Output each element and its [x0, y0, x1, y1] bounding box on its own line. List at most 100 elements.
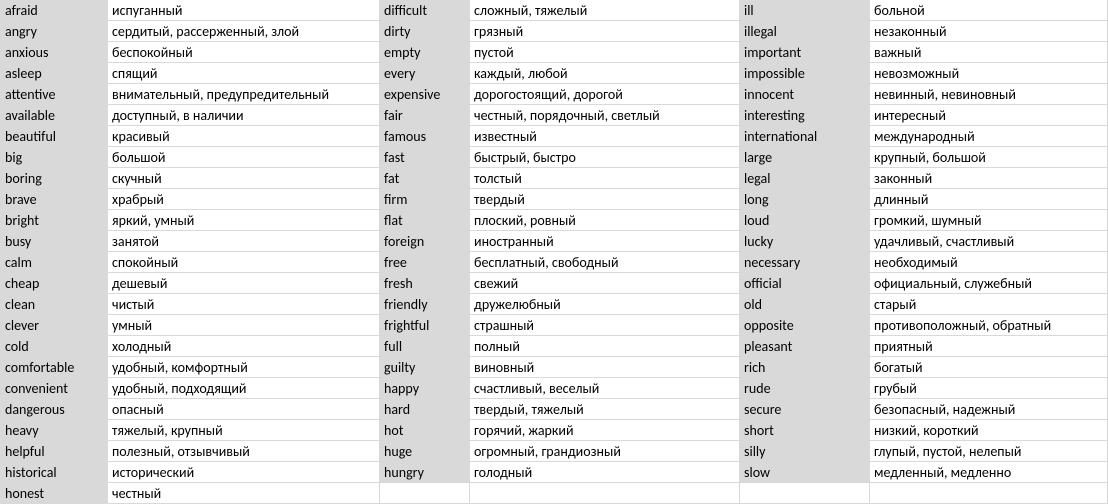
english-cell: secure — [740, 399, 870, 420]
english-cell: rich — [740, 357, 870, 378]
russian-cell: спящий — [108, 63, 380, 84]
english-cell: frightful — [380, 315, 470, 336]
english-cell: big — [0, 147, 108, 168]
english-cell: cold — [0, 336, 108, 357]
russian-cell: горячий, жаркий — [470, 420, 740, 441]
english-cell: rude — [740, 378, 870, 399]
russian-cell: умный — [108, 315, 380, 336]
english-cell: opposite — [740, 315, 870, 336]
english-cell: free — [380, 252, 470, 273]
english-cell: anxious — [0, 42, 108, 63]
russian-cell: интересный — [870, 105, 1108, 126]
english-cell: famous — [380, 126, 470, 147]
russian-cell: низкий, короткий — [870, 420, 1108, 441]
english-cell: hot — [380, 420, 470, 441]
english-cell: silly — [740, 441, 870, 462]
english-cell: lucky — [740, 231, 870, 252]
russian-cell: сложный, тяжелый — [470, 0, 740, 21]
english-cell: boring — [0, 168, 108, 189]
english-cell: pleasant — [740, 336, 870, 357]
english-cell: foreign — [380, 231, 470, 252]
english-cell: comfortable — [0, 357, 108, 378]
russian-cell: большой — [108, 147, 380, 168]
english-cell: interesting — [740, 105, 870, 126]
english-cell: long — [740, 189, 870, 210]
english-cell: dangerous — [0, 399, 108, 420]
russian-cell: больной — [870, 0, 1108, 21]
english-cell: afraid — [0, 0, 108, 21]
russian-cell: дешевый — [108, 273, 380, 294]
russian-cell: сердитый, рассерженный, злой — [108, 21, 380, 42]
english-cell: difficult — [380, 0, 470, 21]
russian-cell: грязный — [470, 21, 740, 42]
english-cell: brave — [0, 189, 108, 210]
russian-cell: скучный — [108, 168, 380, 189]
russian-cell: доступный, в наличии — [108, 105, 380, 126]
russian-cell: удобный, подходящий — [108, 378, 380, 399]
english-cell: huge — [380, 441, 470, 462]
english-cell: fast — [380, 147, 470, 168]
english-cell: empty — [380, 42, 470, 63]
russian-cell: безопасный, надежный — [870, 399, 1108, 420]
english-cell: heavy — [0, 420, 108, 441]
russian-cell: официальный, служебный — [870, 273, 1108, 294]
russian-cell — [470, 483, 740, 504]
english-cell: impossible — [740, 63, 870, 84]
english-cell: busy — [0, 231, 108, 252]
russian-cell: известный — [470, 126, 740, 147]
russian-cell: счастливый, веселый — [470, 378, 740, 399]
russian-cell: красивый — [108, 126, 380, 147]
russian-cell: огромный, грандиозный — [470, 441, 740, 462]
english-cell: attentive — [0, 84, 108, 105]
russian-cell: полезный, отзывчивый — [108, 441, 380, 462]
english-cell: available — [0, 105, 108, 126]
vocabulary-grid: afraidиспуганныйdifficultсложный, тяжелы… — [0, 0, 1108, 504]
russian-cell: плоский, ровный — [470, 210, 740, 231]
russian-cell: невозможный — [870, 63, 1108, 84]
russian-cell: голодный — [470, 462, 740, 483]
russian-cell: невинный, невиновный — [870, 84, 1108, 105]
english-cell: short — [740, 420, 870, 441]
russian-cell: холодный — [108, 336, 380, 357]
english-cell: fat — [380, 168, 470, 189]
english-cell: guilty — [380, 357, 470, 378]
english-cell: dirty — [380, 21, 470, 42]
russian-cell: дружелюбный — [470, 294, 740, 315]
russian-cell: громкий, шумный — [870, 210, 1108, 231]
english-cell: important — [740, 42, 870, 63]
english-cell: illegal — [740, 21, 870, 42]
russian-cell: пустой — [470, 42, 740, 63]
russian-cell: международный — [870, 126, 1108, 147]
russian-cell: богатый — [870, 357, 1108, 378]
russian-cell: твердый — [470, 189, 740, 210]
english-cell: flat — [380, 210, 470, 231]
russian-cell: старый — [870, 294, 1108, 315]
russian-cell: виновный — [470, 357, 740, 378]
russian-cell: чистый — [108, 294, 380, 315]
russian-cell: исторический — [108, 462, 380, 483]
english-cell: loud — [740, 210, 870, 231]
russian-cell: быстрый, быстро — [470, 147, 740, 168]
russian-cell: спокойный — [108, 252, 380, 273]
english-cell: every — [380, 63, 470, 84]
english-cell: fresh — [380, 273, 470, 294]
russian-cell: занятой — [108, 231, 380, 252]
russian-cell: приятный — [870, 336, 1108, 357]
russian-cell: удобный, комфортный — [108, 357, 380, 378]
english-cell: clean — [0, 294, 108, 315]
english-cell: official — [740, 273, 870, 294]
russian-cell: страшный — [470, 315, 740, 336]
russian-cell: важный — [870, 42, 1108, 63]
russian-cell: медленный, медленно — [870, 462, 1108, 483]
english-cell: necessary — [740, 252, 870, 273]
english-cell: clever — [0, 315, 108, 336]
english-cell: large — [740, 147, 870, 168]
russian-cell: грубый — [870, 378, 1108, 399]
english-cell: international — [740, 126, 870, 147]
russian-cell: полный — [470, 336, 740, 357]
english-cell: honest — [0, 483, 108, 504]
english-cell: convenient — [0, 378, 108, 399]
english-cell: friendly — [380, 294, 470, 315]
russian-cell: тяжелый, крупный — [108, 420, 380, 441]
russian-cell: глупый, пустой, нелепый — [870, 441, 1108, 462]
